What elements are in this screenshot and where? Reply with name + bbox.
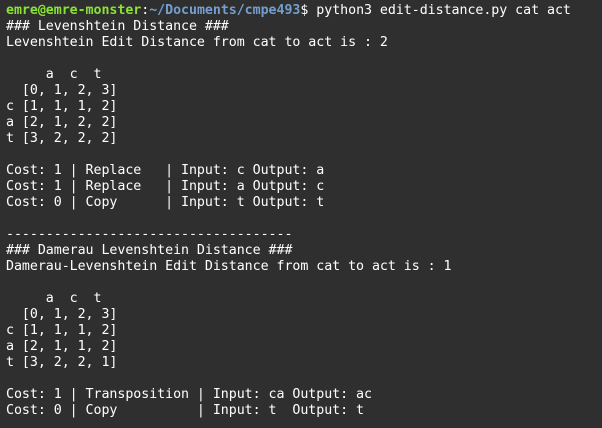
prompt-command: $ python3 edit-distance.py cat act xyxy=(300,3,571,18)
output-line: a c t xyxy=(6,67,102,82)
terminal-window[interactable]: emre@emre-monster:~/Documents/cmpe493$ p… xyxy=(0,0,602,428)
output-line: t [3, 2, 2, 2] xyxy=(6,131,118,146)
output-line: a [2, 1, 2, 2] xyxy=(6,115,118,130)
output-line: Levenshtein Edit Distance from cat to ac… xyxy=(6,35,388,50)
output-line: ------------------------------------ xyxy=(6,227,293,242)
output-line: ### Levenshtein Distance ### xyxy=(6,19,229,34)
output-line: Cost: 0 | Copy | Input: t Output: t xyxy=(6,403,364,418)
output-line: Cost: 1 | Replace | Input: a Output: c xyxy=(6,179,325,194)
output-line: [0, 1, 2, 3] xyxy=(6,307,118,322)
prompt-user-host: emre@emre-monster xyxy=(6,3,142,18)
output-line: t [3, 2, 2, 1] xyxy=(6,355,118,370)
command-prompt-line: emre@emre-monster:~/Documents/cmpe493$ p… xyxy=(6,3,602,19)
output-line: c [1, 1, 1, 2] xyxy=(6,323,118,338)
output-line: Damerau-Levenshtein Edit Distance from c… xyxy=(6,259,452,274)
output-line: a c t xyxy=(6,291,102,306)
prompt-path: ~/Documents/cmpe493 xyxy=(149,3,301,18)
output-line: Cost: 1 | Transposition | Input: ca Outp… xyxy=(6,387,372,402)
output-line: [0, 1, 2, 3] xyxy=(6,83,118,98)
output-line: Cost: 0 | Copy | Input: t Output: t xyxy=(6,195,325,210)
output-line: ### Damerau Levenshtein Distance ### xyxy=(6,243,293,258)
output-line: c [1, 1, 1, 2] xyxy=(6,99,118,114)
output-line: a [2, 1, 1, 2] xyxy=(6,339,118,354)
output-line: Cost: 1 | Replace | Input: c Output: a xyxy=(6,163,325,178)
